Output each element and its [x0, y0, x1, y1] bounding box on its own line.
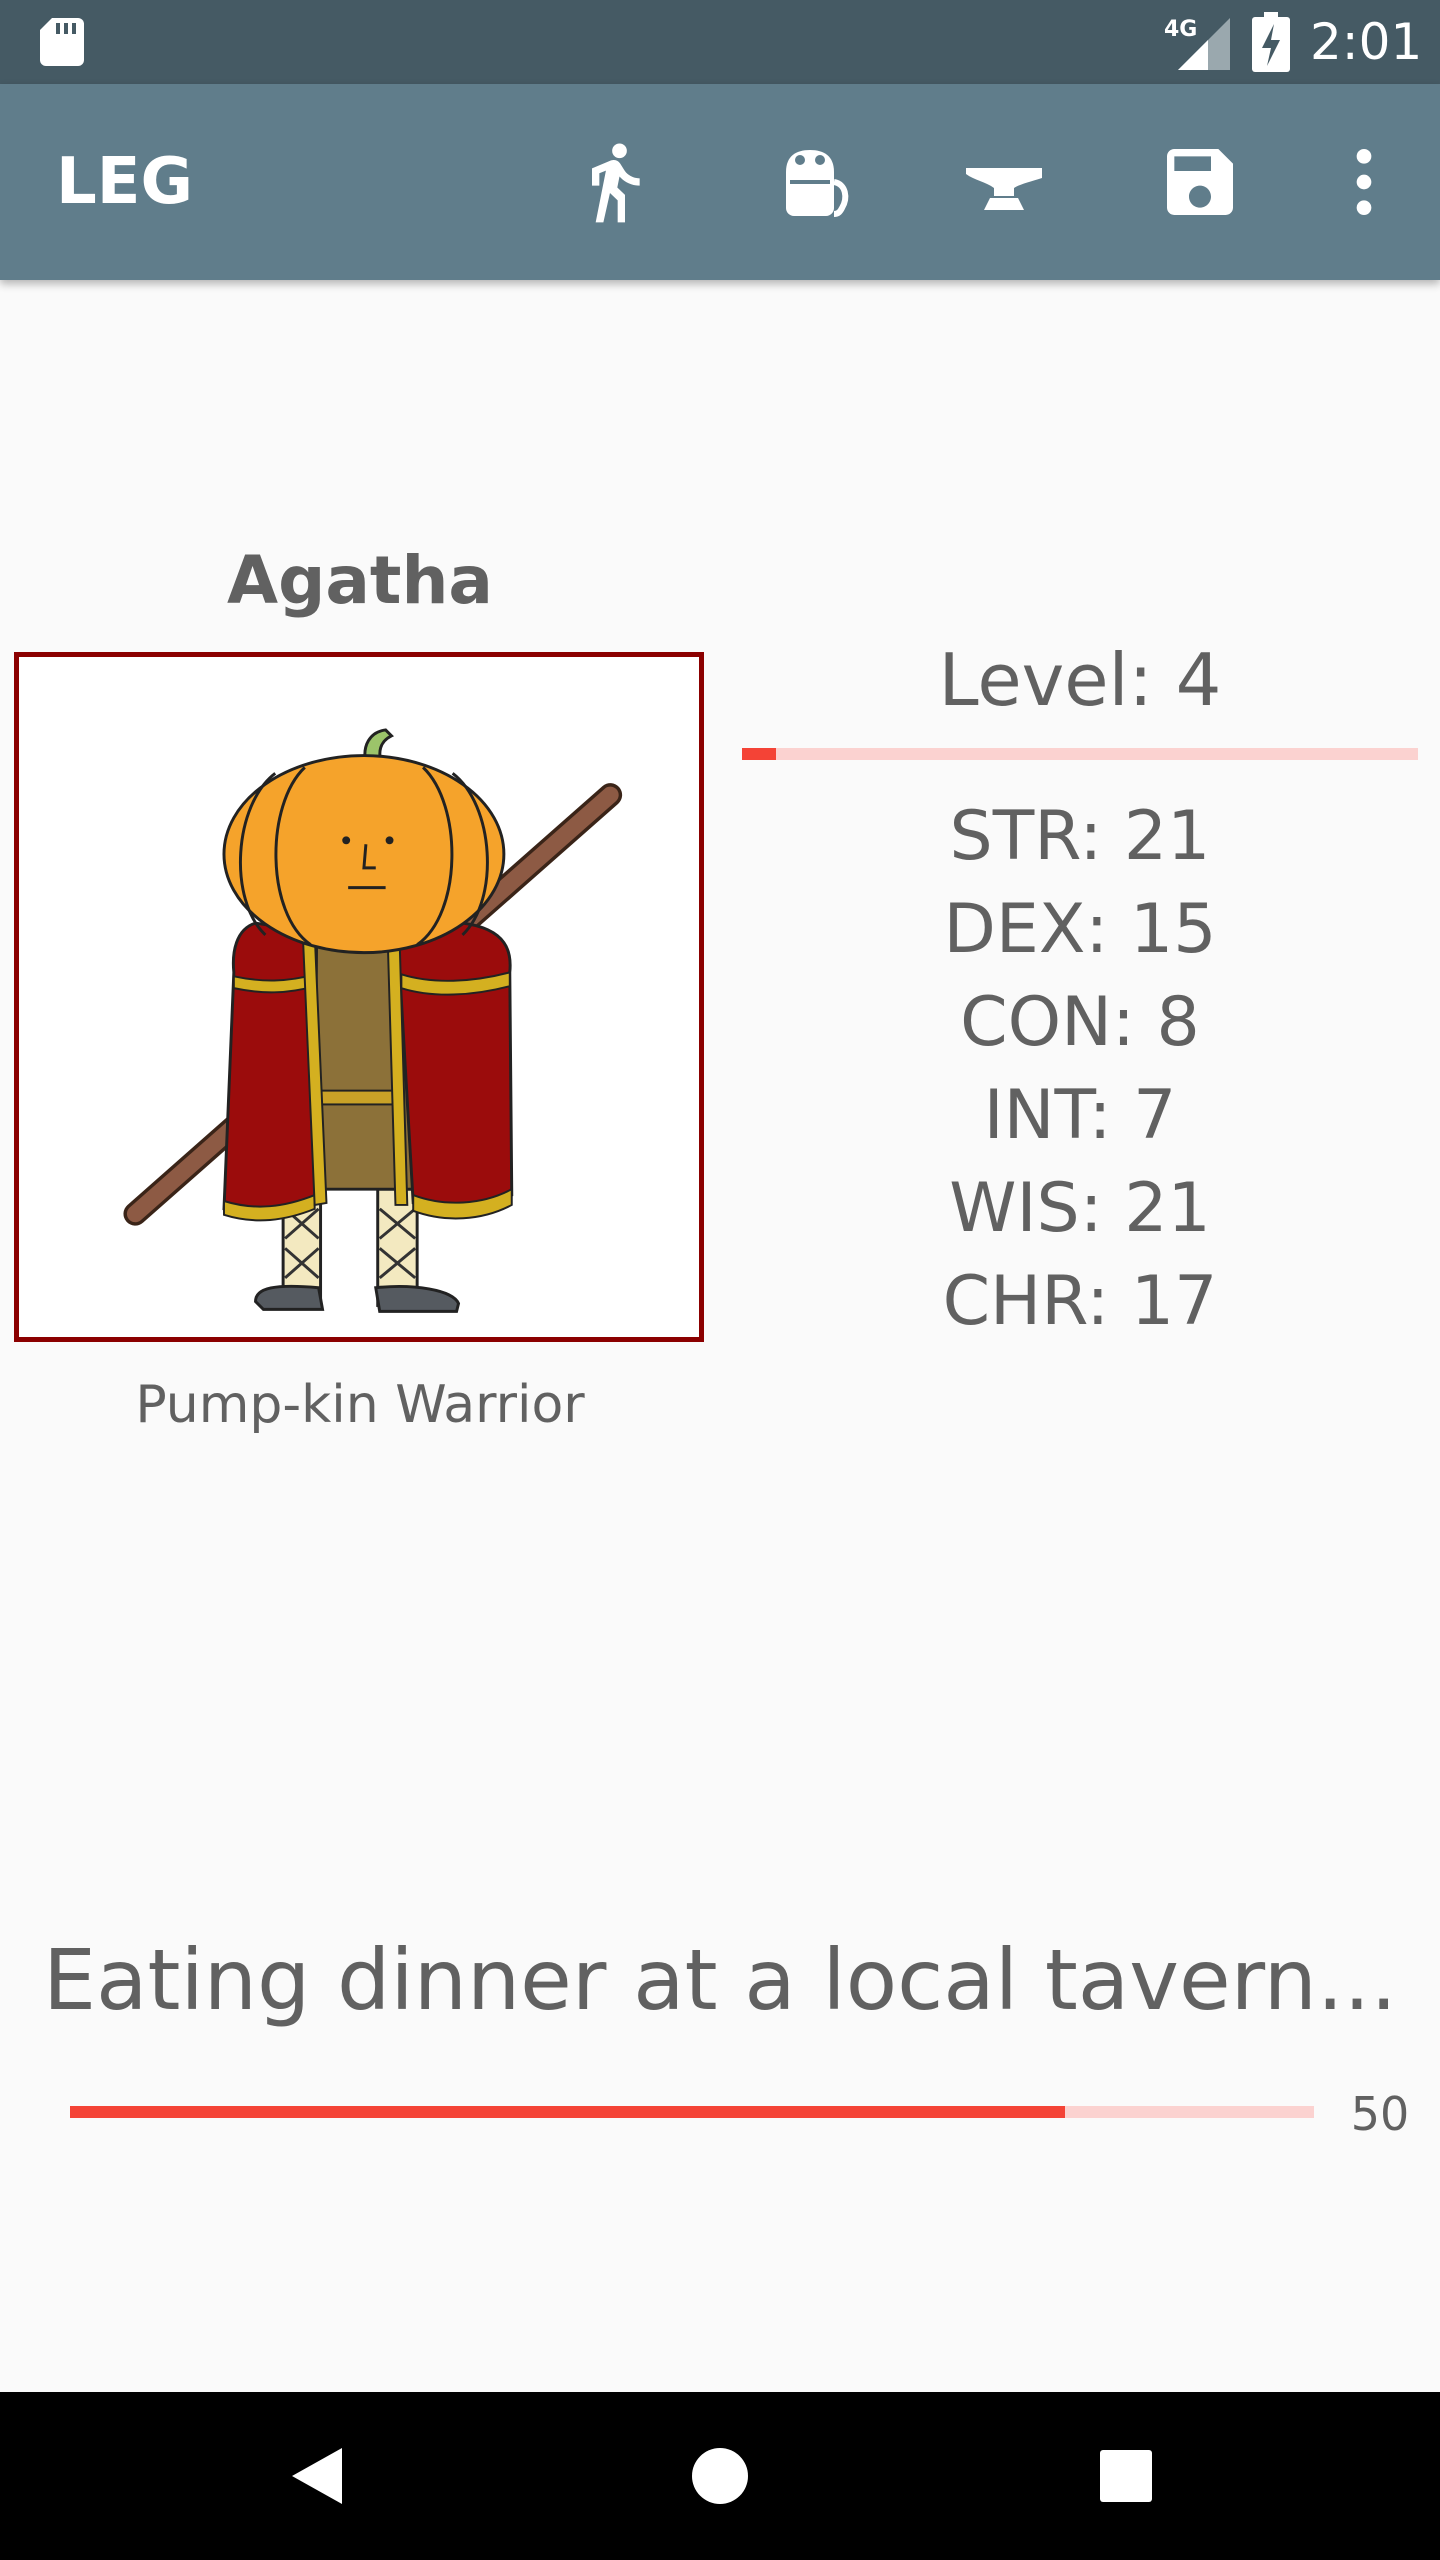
stat-str: STR: 21: [949, 797, 1211, 876]
back-icon: [292, 2448, 342, 2504]
network-type-label: 4G: [1164, 17, 1197, 42]
stat-con: CON: 8: [960, 983, 1200, 1062]
activity-progress-bar: [70, 2106, 1314, 2118]
app-title: LEG: [56, 145, 194, 219]
back-button[interactable]: [266, 2426, 366, 2526]
app-bar: LEG: [0, 84, 1440, 280]
pumpkin-warrior-portrait: [123, 728, 623, 1313]
level-progress-bar: [742, 748, 1418, 760]
inventory-button[interactable]: [762, 134, 858, 230]
anvil-icon: [966, 168, 1042, 210]
forge-button[interactable]: [956, 134, 1052, 230]
battery-charging-icon: [1252, 12, 1290, 72]
status-time: 2:01: [1310, 13, 1423, 71]
character-portrait: [14, 652, 704, 1342]
level-label: Level: 4: [938, 638, 1222, 722]
stats-list: STR: 21 DEX: 15 CON: 8 INT: 7 WIS: 21 CH…: [740, 790, 1420, 1348]
save-icon: [1167, 149, 1233, 215]
walking-person-icon: [592, 143, 640, 223]
recents-button[interactable]: [1076, 2426, 1176, 2526]
stat-wis: WIS: 21: [949, 1169, 1211, 1248]
save-button[interactable]: [1152, 134, 1248, 230]
level-progress-fill: [742, 748, 776, 760]
stat-chr: CHR: 17: [942, 1262, 1218, 1341]
overflow-menu-button[interactable]: [1316, 134, 1412, 230]
activity-text: Eating dinner at a local tavern...: [42, 1931, 1398, 2029]
home-icon: [692, 2448, 748, 2504]
walk-button[interactable]: [566, 134, 662, 230]
more-vert-icon: [1356, 149, 1372, 215]
activity-count: 50: [1350, 2087, 1410, 2141]
recents-icon: [1100, 2450, 1152, 2502]
stat-dex: DEX: 15: [943, 890, 1217, 969]
status-bar: 4G 2:01: [0, 0, 1440, 84]
cellular-signal-icon: 4G: [1164, 17, 1230, 70]
activity-progress-fill: [70, 2106, 1066, 2118]
system-nav-bar: [0, 2392, 1440, 2560]
character-name: Agatha: [227, 542, 493, 619]
home-button[interactable]: [670, 2426, 770, 2526]
backpack-icon: [786, 150, 849, 217]
stat-int: INT: 7: [983, 1076, 1177, 1155]
character-class: Pump-kin Warrior: [135, 1375, 585, 1435]
sd-card-icon: [40, 18, 84, 66]
